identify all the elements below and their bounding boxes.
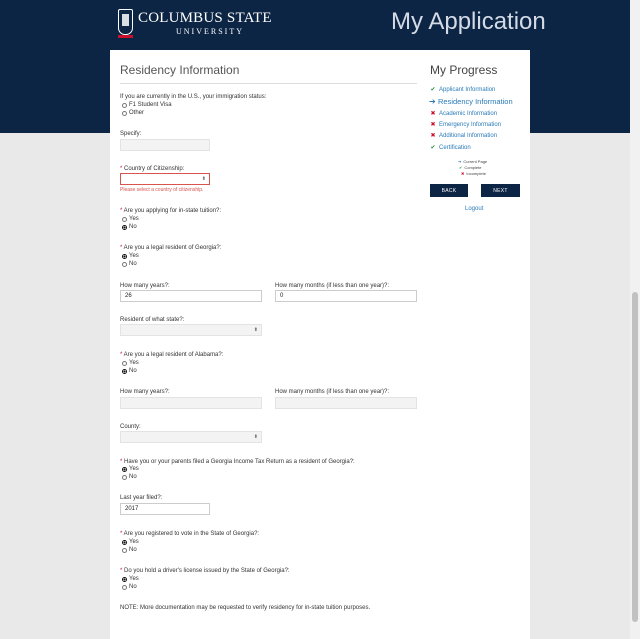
specify-label: Specify: bbox=[120, 131, 142, 137]
progress-item-residency[interactable]: ➔ Residency Information bbox=[429, 97, 513, 106]
section-divider bbox=[120, 83, 417, 84]
ga-years-input[interactable]: 26 bbox=[120, 290, 262, 302]
legend-complete: ✔ Complete bbox=[459, 165, 482, 170]
al-resident-label: * Are you a legal resident of Alabama?: bbox=[120, 352, 224, 358]
radio-icon[interactable] bbox=[122, 102, 127, 108]
progress-item-additional[interactable]: ✖ Additional Information bbox=[430, 132, 497, 140]
county-select[interactable]: ⬍ bbox=[120, 431, 262, 443]
progress-item-emergency[interactable]: ✖ Emergency Information bbox=[430, 121, 501, 129]
x-icon: ✖ bbox=[461, 171, 465, 176]
radio-icon[interactable] bbox=[122, 224, 127, 230]
check-icon: ✔ bbox=[459, 165, 463, 170]
radio-icon[interactable] bbox=[122, 261, 127, 267]
scrollbar-thumb[interactable] bbox=[632, 292, 638, 622]
al-resident-option-no[interactable]: No bbox=[122, 368, 137, 374]
logout-link[interactable]: Logout bbox=[465, 206, 483, 212]
radio-icon[interactable] bbox=[122, 547, 127, 553]
ga-resident-label: * Are you a legal resident of Georgia?: bbox=[120, 245, 222, 251]
select-arrows-icon: ⬍ bbox=[253, 434, 258, 440]
instate-option-yes[interactable]: Yes bbox=[122, 216, 139, 222]
radio-icon[interactable] bbox=[122, 466, 127, 472]
section-title: Residency Information bbox=[120, 63, 240, 77]
citizenship-error: Please select a country of citizenship. bbox=[120, 187, 204, 193]
ga-resident-option-yes[interactable]: Yes bbox=[122, 253, 139, 259]
arrow-right-icon: ➔ bbox=[429, 97, 436, 106]
progress-item-academic[interactable]: ✖ Academic Information bbox=[430, 110, 497, 118]
check-icon: ✔ bbox=[430, 145, 436, 151]
app-title: My Application bbox=[391, 8, 546, 35]
x-icon: ✖ bbox=[430, 122, 436, 128]
citizenship-label: * Country of Citizenship: bbox=[120, 166, 185, 172]
al-years-label: How many years?: bbox=[120, 389, 170, 395]
progress-item-applicant[interactable]: ✔ Applicant Information bbox=[430, 86, 495, 94]
resident-state-select[interactable]: ⬍ bbox=[120, 324, 262, 336]
instate-label: * Are you applying for in-state tuition?… bbox=[120, 208, 222, 214]
ga-months-input[interactable]: 0 bbox=[275, 290, 417, 302]
radio-icon[interactable] bbox=[122, 110, 127, 116]
last-year-input[interactable]: 2017 bbox=[120, 503, 210, 515]
university-logo[interactable]: COLUMBUS STATE UNIVERSITY bbox=[118, 9, 272, 38]
al-resident-option-yes[interactable]: Yes bbox=[122, 360, 139, 366]
radio-icon[interactable] bbox=[122, 576, 127, 582]
ga-resident-option-no[interactable]: No bbox=[122, 261, 137, 267]
crest-icon bbox=[118, 9, 133, 38]
license-label: * Do you hold a driver's license issued … bbox=[120, 568, 290, 574]
select-arrows-icon: ⬍ bbox=[201, 176, 206, 182]
radio-icon[interactable] bbox=[122, 539, 127, 545]
al-months-input[interactable] bbox=[275, 397, 417, 409]
voter-option-yes[interactable]: Yes bbox=[122, 539, 139, 545]
voter-label: * Are you registered to vote in the Stat… bbox=[120, 531, 260, 537]
immigration-option-f1[interactable]: F1 Student Visa bbox=[122, 102, 172, 108]
radio-icon[interactable] bbox=[122, 584, 127, 590]
citizenship-select[interactable]: ⬍ bbox=[120, 173, 210, 185]
documentation-note: NOTE: More documentation may be requeste… bbox=[120, 605, 371, 611]
next-button[interactable]: NEXT bbox=[481, 184, 520, 197]
immigration-label: If you are currently in the U.S., your i… bbox=[120, 94, 267, 100]
radio-icon[interactable] bbox=[122, 253, 127, 259]
x-icon: ✖ bbox=[430, 111, 436, 117]
check-icon: ✔ bbox=[430, 87, 436, 93]
resident-state-label: Resident of what state?: bbox=[120, 317, 185, 323]
tax-return-label: * Have you or your parents filed a Georg… bbox=[120, 459, 355, 465]
tax-return-option-yes[interactable]: Yes bbox=[122, 466, 139, 472]
al-months-label: How many months (if less than one year)?… bbox=[275, 389, 390, 395]
radio-icon[interactable] bbox=[122, 368, 127, 374]
page-scrollbar[interactable] bbox=[630, 0, 640, 639]
al-years-input[interactable] bbox=[120, 397, 262, 409]
radio-icon[interactable] bbox=[122, 474, 127, 480]
logo-subname: UNIVERSITY bbox=[176, 27, 244, 36]
radio-icon[interactable] bbox=[122, 360, 127, 366]
ga-months-label: How many months (if less than one year)?… bbox=[275, 283, 390, 289]
progress-title: My Progress bbox=[430, 63, 498, 77]
x-icon: ✖ bbox=[430, 133, 436, 139]
tax-return-option-no[interactable]: No bbox=[122, 474, 137, 480]
select-arrows-icon: ⬍ bbox=[253, 327, 258, 333]
application-card: Residency Information If you are current… bbox=[110, 50, 530, 639]
last-year-label: Last year filed?: bbox=[120, 495, 163, 501]
immigration-option-other[interactable]: Other bbox=[122, 110, 144, 116]
logo-name: COLUMBUS STATE bbox=[138, 10, 272, 26]
legend-current: ➔ Current Page bbox=[458, 159, 488, 164]
county-label: County: bbox=[120, 424, 141, 430]
ga-years-label: How many years?: bbox=[120, 283, 170, 289]
license-option-yes[interactable]: Yes bbox=[122, 576, 139, 582]
radio-icon[interactable] bbox=[122, 216, 127, 222]
legend-incomplete: ✖ Incomplete bbox=[461, 171, 486, 176]
license-option-no[interactable]: No bbox=[122, 584, 137, 590]
voter-option-no[interactable]: No bbox=[122, 547, 137, 553]
progress-item-certification[interactable]: ✔ Certification bbox=[430, 144, 470, 152]
arrow-right-icon: ➔ bbox=[458, 159, 462, 164]
specify-input[interactable] bbox=[120, 139, 210, 151]
instate-option-no[interactable]: No bbox=[122, 224, 137, 230]
back-button[interactable]: BACK bbox=[430, 184, 468, 197]
